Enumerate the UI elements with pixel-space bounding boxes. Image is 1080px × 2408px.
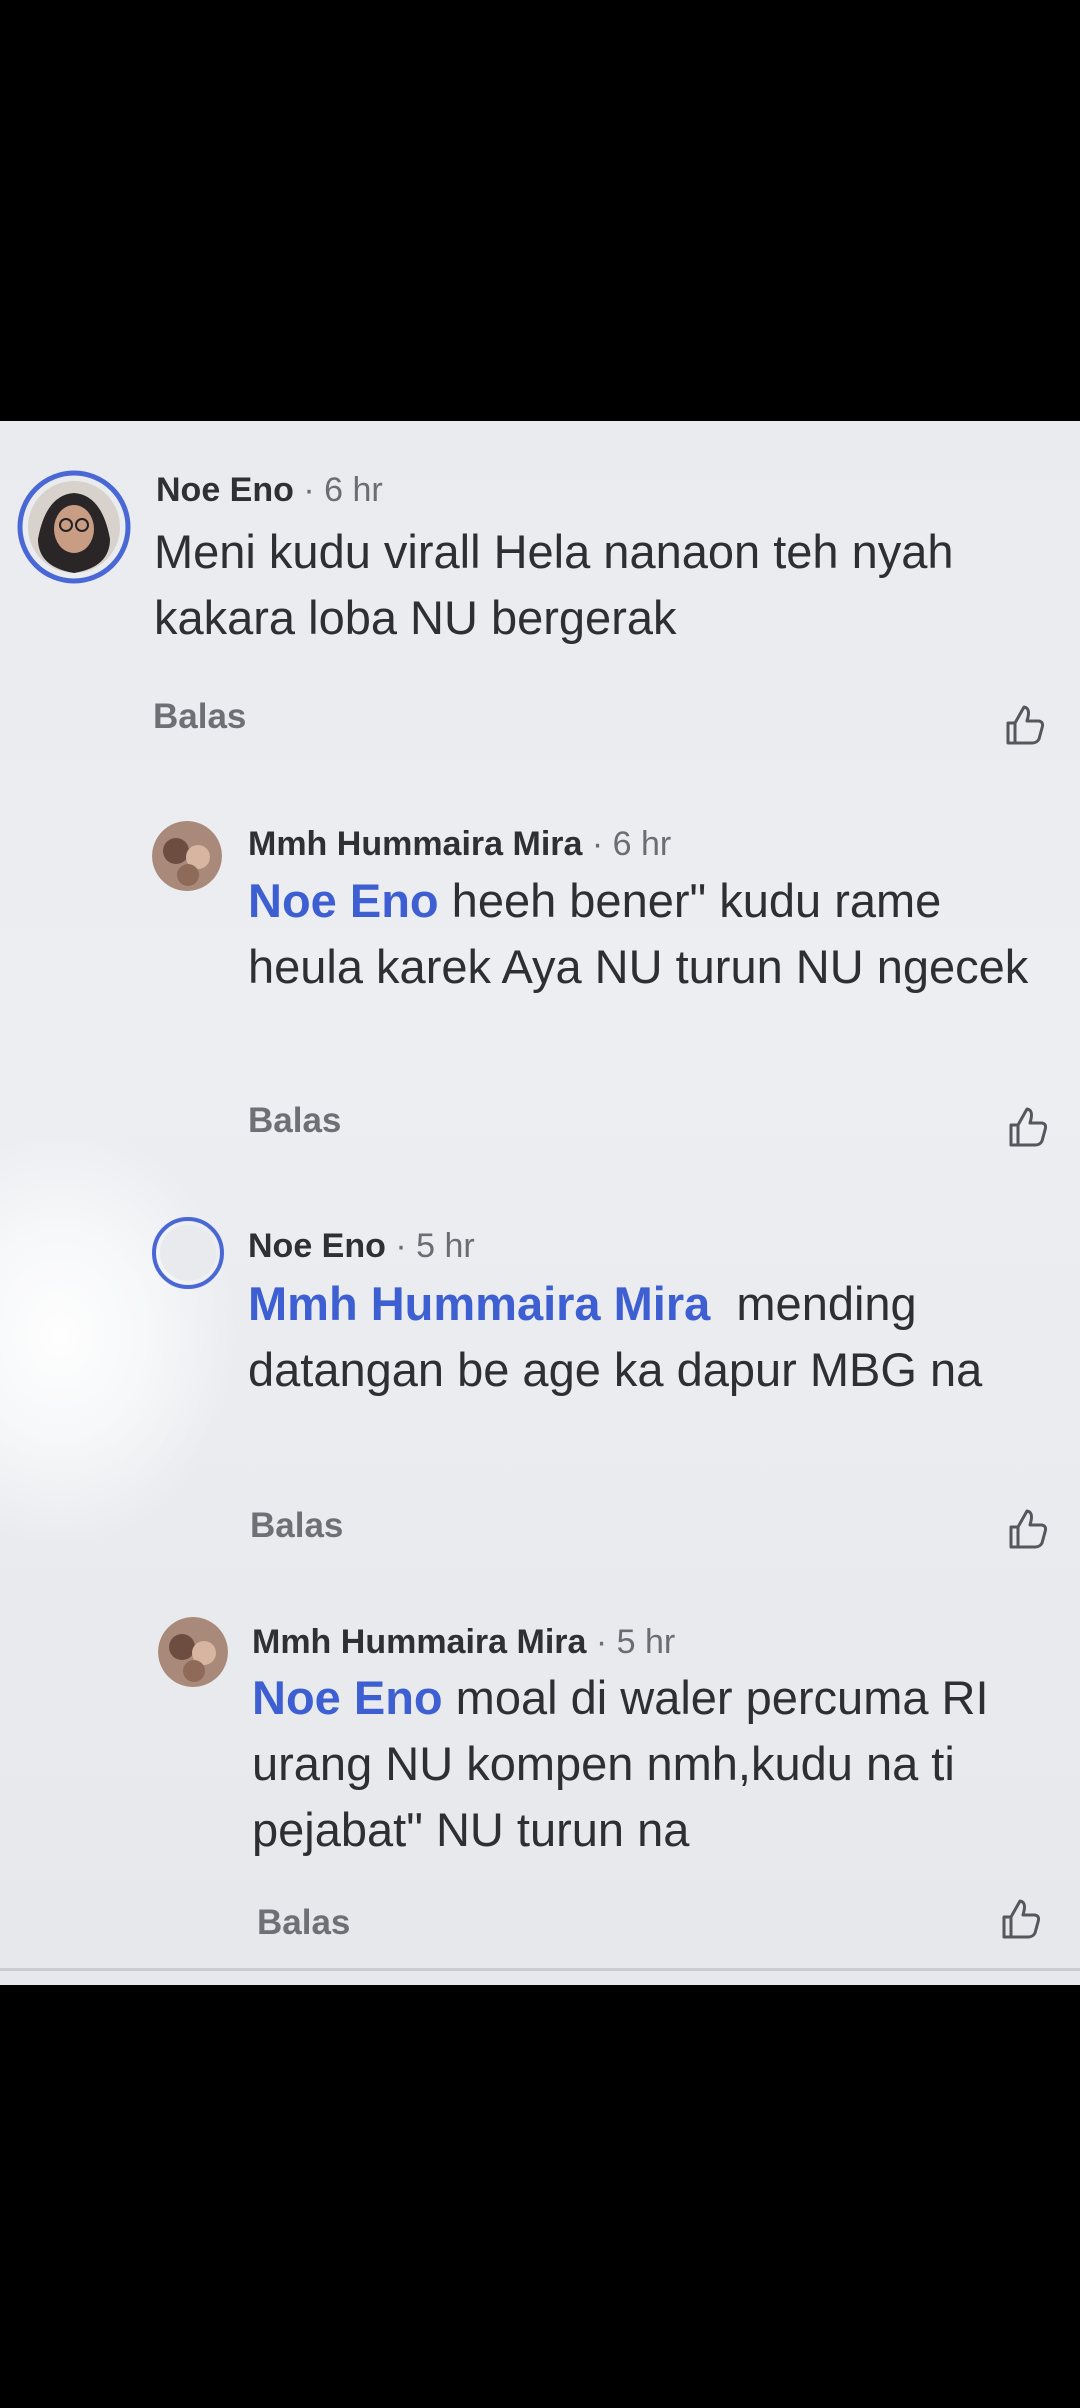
mention-link[interactable]: Noe Eno (252, 1671, 443, 1724)
author-name[interactable]: Noe Eno (248, 1227, 386, 1265)
avatar[interactable] (16, 469, 132, 585)
thumbs-up-icon[interactable] (1002, 703, 1046, 747)
reply-button[interactable]: Balas (153, 697, 246, 737)
comments-panel: Noe Eno · 6 hr Meni kudu virall Hela nan… (0, 421, 1080, 1985)
thumbs-up-icon[interactable] (1005, 1507, 1049, 1551)
author-name[interactable]: Noe Eno (156, 471, 294, 509)
comment-text: Mmh Hummaira Mira mending datangan be ag… (248, 1271, 1048, 1403)
thumbs-up-icon[interactable] (998, 1897, 1042, 1941)
avatar[interactable] (158, 1617, 228, 1687)
avatar[interactable] (152, 821, 222, 891)
separator: · (293, 471, 325, 509)
timestamp: 6 hr (612, 825, 672, 863)
comment-text: Noe Eno heeh bener" kudu rame heula kare… (248, 868, 1048, 1000)
separator: · (385, 1227, 417, 1265)
comment-meta: Noe Eno · 6 hr (156, 471, 383, 510)
comment-2: Mmh Hummaira Mira · 6 hr Noe Eno heeh be… (0, 761, 1080, 1161)
comment-meta: Noe Eno · 5 hr (248, 1227, 475, 1266)
timestamp: 5 hr (616, 1623, 676, 1661)
comment-body: Meni kudu virall Hela nanaon teh nyah ka… (154, 525, 954, 644)
comment-meta: Mmh Hummaira Mira · 6 hr (248, 825, 671, 864)
author-name[interactable]: Mmh Hummaira Mira (248, 825, 582, 863)
divider (0, 1968, 1080, 1971)
separator: · (582, 825, 613, 863)
avatar[interactable] (150, 1215, 226, 1291)
reply-button[interactable]: Balas (248, 1101, 341, 1141)
comment-4: Mmh Hummaira Mira · 5 hr Noe Eno moal di… (0, 1561, 1080, 1981)
mention-link[interactable]: Noe Eno (248, 874, 439, 927)
thumbs-up-icon[interactable] (1005, 1105, 1049, 1149)
author-name[interactable]: Mmh Hummaira Mira (252, 1623, 586, 1661)
timestamp: 6 hr (324, 471, 383, 509)
comment-text: Meni kudu virall Hela nanaon teh nyah ka… (154, 519, 974, 651)
reply-button[interactable]: Balas (257, 1903, 350, 1943)
timestamp: 5 hr (416, 1227, 475, 1265)
comment-3: Noe Eno · 5 hr Mmh Hummaira Mira mending… (0, 1161, 1080, 1561)
comment-text: Noe Eno moal di waler percuma RI urang N… (252, 1665, 1062, 1863)
comment-meta: Mmh Hummaira Mira · 5 hr (252, 1623, 675, 1662)
comment-1: Noe Eno · 6 hr Meni kudu virall Hela nan… (0, 421, 1080, 761)
separator: · (586, 1623, 617, 1661)
reply-button[interactable]: Balas (250, 1506, 343, 1546)
mention-link[interactable]: Mmh Hummaira Mira (248, 1277, 710, 1330)
